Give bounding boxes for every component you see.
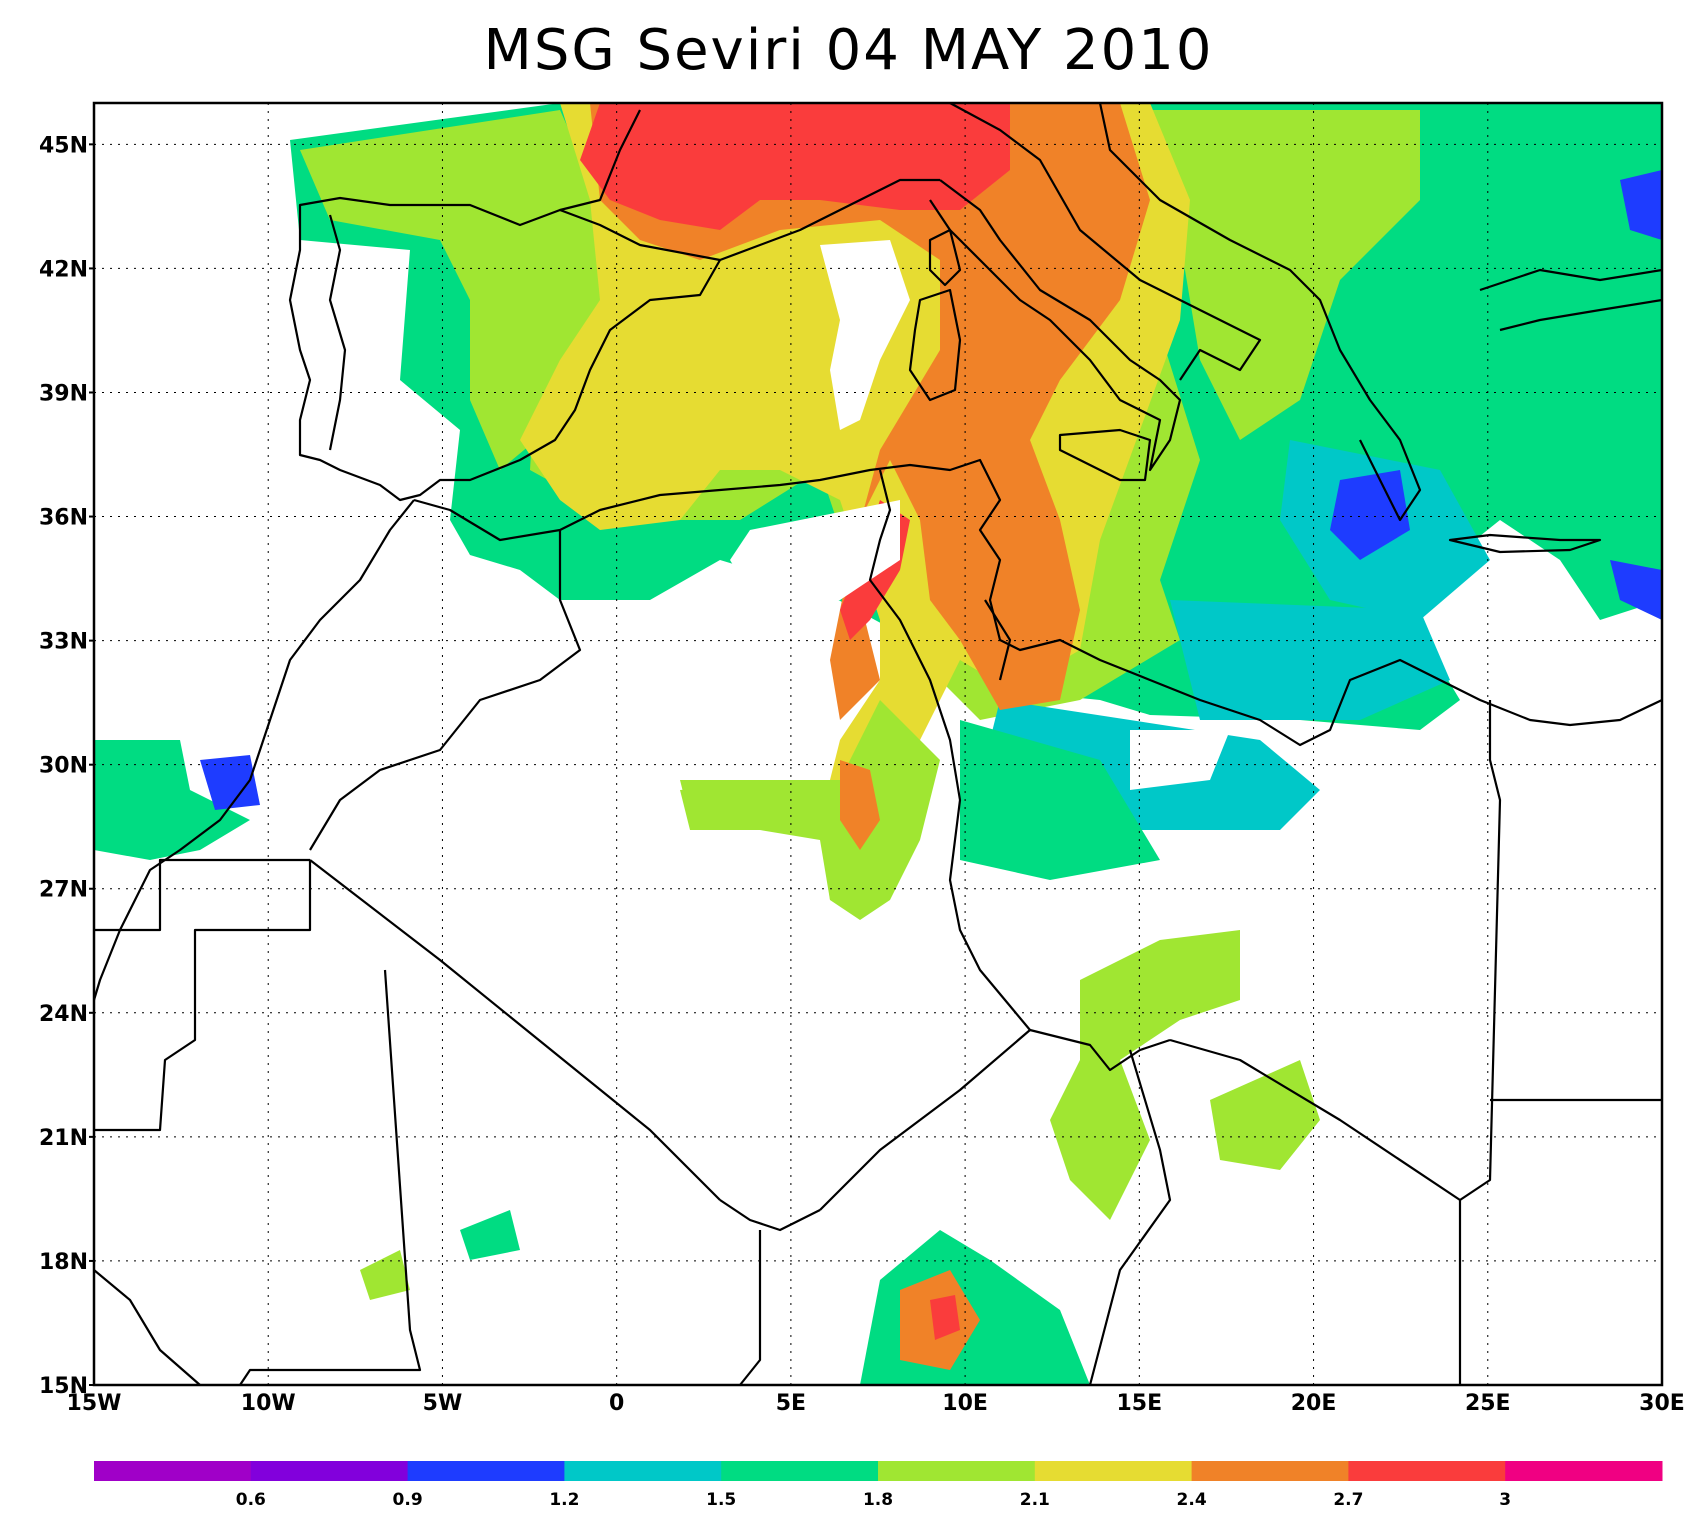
- border-libya-egypt: [1459, 700, 1502, 1201]
- colorbar-swatch: [878, 1461, 1036, 1481]
- colorbar-swatch: [1191, 1461, 1349, 1481]
- colorbar-label: 0.9: [393, 1490, 423, 1510]
- lat-tick-label: 45N: [39, 133, 88, 158]
- field-patch-mali2: [460, 1210, 520, 1260]
- colorbar-label: 2.1: [1020, 1490, 1050, 1510]
- border-mauritania: [239, 859, 721, 1386]
- colorbar-label: 3: [1499, 1490, 1511, 1510]
- border-western-sahara: [94, 858, 312, 1132]
- colorbar: 0.6 0.9 1.2 1.5 1.8 2.1 2.4 2.7 3: [94, 1461, 1663, 1510]
- colorbar-swatch: [250, 1461, 409, 1481]
- border-portugal: [328, 214, 347, 451]
- colorbar-label: 1.8: [863, 1490, 893, 1510]
- latitude-labels: 15N18N21N24N27N30N33N36N39N42N45N: [39, 133, 94, 1399]
- lat-tick-label: 21N: [39, 1126, 88, 1151]
- lon-tick-label: 15E: [1117, 1391, 1163, 1416]
- field-patch-mali: [360, 1250, 410, 1300]
- colorbar-swatch: [721, 1461, 879, 1481]
- colorbar-swatch: [407, 1461, 565, 1481]
- colorbar-swatch: [94, 1461, 252, 1481]
- lon-tick-label: 25E: [1465, 1391, 1511, 1416]
- lon-tick-label: 5E: [776, 1391, 806, 1416]
- colorbar-label: 2.4: [1177, 1490, 1207, 1510]
- lat-tick-label: 33N: [39, 630, 88, 655]
- lat-tick-label: 30N: [39, 754, 88, 779]
- colorbar-label: 1.5: [706, 1490, 736, 1510]
- lon-tick-label: 0: [609, 1391, 624, 1416]
- colorbar-swatch: [1348, 1461, 1506, 1481]
- lon-tick-label: 30E: [1639, 1391, 1685, 1416]
- colorbar-label: 2.7: [1333, 1490, 1363, 1510]
- lat-tick-label: 39N: [39, 381, 88, 406]
- colorbar-swatch: [564, 1461, 722, 1481]
- colorbar-swatch: [1034, 1461, 1193, 1481]
- lon-tick-label: 20E: [1291, 1391, 1337, 1416]
- lat-tick-label: 27N: [39, 878, 88, 903]
- lon-tick-label: 10E: [942, 1391, 988, 1416]
- lat-tick-label: 24N: [39, 1002, 88, 1027]
- map-figure: 15N18N21N24N27N30N33N36N39N42N45N 15W 10W…: [39, 101, 1685, 1510]
- lon-tick-label: 5W: [423, 1391, 463, 1416]
- lon-tick-label: 10W: [241, 1391, 296, 1416]
- coast-west-africa: [93, 1269, 201, 1386]
- lat-tick-label: 18N: [39, 1250, 88, 1275]
- lat-tick-label: 42N: [39, 257, 88, 282]
- field-patch-chad: [1210, 1060, 1320, 1170]
- lat-tick-label: 36N: [39, 506, 88, 531]
- lon-tick-label: 15W: [67, 1391, 122, 1416]
- border-algeria-mali: [719, 1199, 821, 1232]
- colorbar-swatch: [1505, 1461, 1663, 1481]
- data-field: [94, 103, 1662, 1385]
- field-patch-south: [860, 1230, 1090, 1385]
- border-mali-niger: [739, 1230, 762, 1386]
- field-patch-niger: [1050, 930, 1240, 1220]
- colorbar-label: 0.6: [236, 1490, 266, 1510]
- longitude-labels: 15W 10W 5W 0 5E 10E 15E 20E 25E 30E: [67, 1391, 1685, 1416]
- colorbar-label: 1.2: [549, 1490, 579, 1510]
